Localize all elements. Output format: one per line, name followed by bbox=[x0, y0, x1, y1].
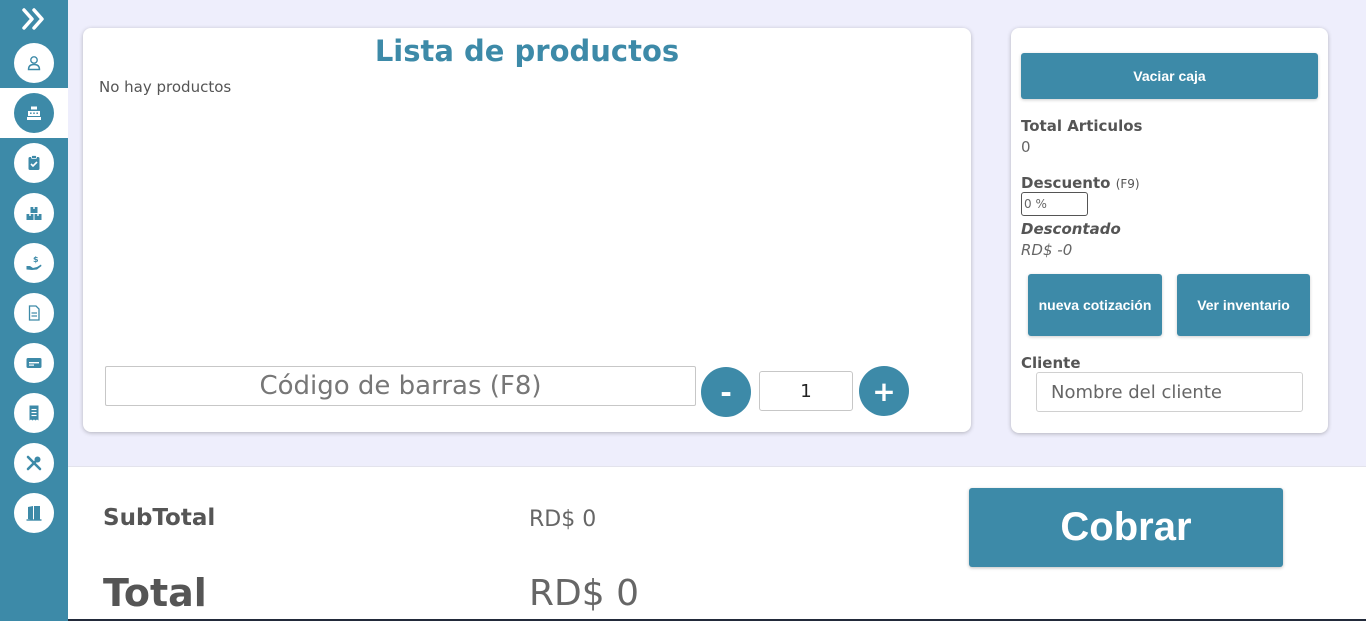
barcode-input[interactable] bbox=[105, 366, 696, 406]
nav-circle bbox=[14, 293, 54, 333]
document-icon bbox=[28, 305, 40, 321]
new-quote-button[interactable]: nueva cotización bbox=[1028, 274, 1162, 336]
tools-icon bbox=[26, 455, 42, 471]
cash-register-icon bbox=[27, 106, 41, 120]
sidebar-item-orders[interactable] bbox=[0, 138, 68, 188]
receipt-icon bbox=[29, 405, 39, 421]
increase-quantity-button[interactable]: + bbox=[859, 366, 909, 416]
user-icon bbox=[27, 56, 41, 71]
empty-products-text: No hay productos bbox=[99, 78, 232, 96]
nav-circle bbox=[14, 443, 54, 483]
svg-text:$: $ bbox=[33, 255, 39, 264]
sidebar-item-settings[interactable] bbox=[0, 438, 68, 488]
empty-cart-button[interactable]: Vaciar caja bbox=[1021, 53, 1318, 99]
totals-section: SubTotal RD$ 0 Total RD$ 0 Cobrar bbox=[68, 466, 1366, 621]
total-articles-value: 0 bbox=[1021, 138, 1031, 156]
product-list-title: Lista de productos bbox=[374, 34, 680, 68]
view-inventory-button[interactable]: Ver inventario bbox=[1177, 274, 1310, 336]
nav-circle bbox=[14, 493, 54, 533]
nav-circle bbox=[14, 43, 54, 83]
total-label: Total bbox=[103, 571, 207, 615]
nav-circle bbox=[14, 143, 54, 183]
discounted-label: Descontado bbox=[1021, 220, 1121, 238]
sidebar-item-logout[interactable] bbox=[0, 488, 68, 538]
sidebar-item-documents[interactable] bbox=[0, 288, 68, 338]
sidebar-item-pos[interactable] bbox=[0, 88, 68, 138]
nav-circle bbox=[14, 93, 54, 133]
door-exit-icon bbox=[26, 506, 42, 521]
discounted-value: RD$ -0 bbox=[1021, 241, 1073, 259]
card-icon bbox=[26, 358, 42, 368]
client-name-input[interactable] bbox=[1036, 372, 1303, 412]
cart-summary-card: Vaciar caja Total Articulos 0 Descuento … bbox=[1011, 28, 1328, 433]
quantity-input[interactable] bbox=[759, 371, 853, 411]
hand-money-icon: $ bbox=[26, 255, 42, 270]
sidebar: $ bbox=[0, 0, 68, 621]
client-label: Cliente bbox=[1021, 354, 1081, 372]
clipboard-check-icon bbox=[28, 155, 40, 170]
sidebar-item-inventory[interactable] bbox=[0, 188, 68, 238]
sidebar-item-users[interactable] bbox=[0, 38, 68, 88]
total-articles-label: Total Articulos bbox=[1021, 117, 1143, 135]
nav-circle bbox=[14, 393, 54, 433]
discount-label-text: Descuento bbox=[1021, 174, 1111, 192]
discount-label: Descuento (F9) bbox=[1021, 174, 1140, 192]
subtotal-label: SubTotal bbox=[103, 505, 216, 531]
product-list-card: Lista de productos No hay productos - + bbox=[83, 28, 971, 432]
boxes-icon bbox=[26, 207, 42, 220]
sidebar-item-cards[interactable] bbox=[0, 338, 68, 388]
sidebar-item-receipts[interactable] bbox=[0, 388, 68, 438]
double-chevron-right-icon bbox=[22, 8, 44, 30]
discount-shortcut-hint: (F9) bbox=[1115, 177, 1140, 191]
nav-circle bbox=[14, 343, 54, 383]
decrease-quantity-button[interactable]: - bbox=[701, 367, 751, 417]
sidebar-item-payments[interactable]: $ bbox=[0, 238, 68, 288]
subtotal-value: RD$ 0 bbox=[529, 507, 597, 532]
charge-button[interactable]: Cobrar bbox=[969, 488, 1283, 567]
nav-circle: $ bbox=[14, 243, 54, 283]
total-value: RD$ 0 bbox=[529, 573, 639, 614]
nav-circle bbox=[14, 193, 54, 233]
discount-input[interactable] bbox=[1021, 192, 1088, 216]
expand-sidebar-button[interactable] bbox=[0, 0, 68, 38]
